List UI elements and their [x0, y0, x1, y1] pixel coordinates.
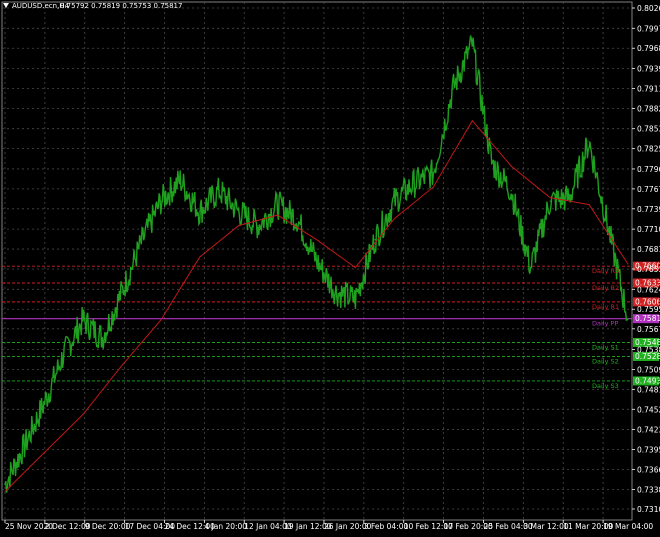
- price-point: [82, 319, 84, 321]
- level-price-tag-text: 0.74930: [635, 376, 660, 385]
- y-tick-label: 0.78535: [637, 125, 660, 134]
- price-point: [588, 141, 590, 143]
- price-point: [432, 172, 434, 174]
- price-point: [257, 225, 259, 227]
- chart-header: AUDUSD.ecn,H4 0.75792 0.75819 0.75753 0.…: [3, 2, 182, 10]
- price-point: [121, 291, 123, 293]
- price-point: [510, 190, 512, 192]
- price-point: [218, 190, 220, 192]
- y-tick-label: 0.75380: [637, 345, 660, 354]
- y-tick-label: 0.73950: [637, 446, 660, 455]
- x-tick-label: 3 Feb 04:00: [364, 522, 409, 531]
- price-point: [179, 179, 181, 181]
- moving-average-point: [393, 218, 395, 220]
- price-point: [607, 228, 610, 230]
- level-label: Daily S1: [592, 343, 619, 351]
- price-point: [452, 88, 454, 90]
- x-tick-label: 19 Mar 04:00: [603, 522, 653, 531]
- price-point: [23, 445, 26, 447]
- moving-average-point: [432, 186, 434, 188]
- price-point: [374, 239, 376, 241]
- moving-average-point: [199, 256, 201, 258]
- price-point: [568, 197, 571, 199]
- moving-average-point: [471, 120, 473, 122]
- y-tick-label: 0.77675: [637, 185, 660, 194]
- moving-average-point: [160, 319, 162, 321]
- level-label: Daily PP: [592, 320, 618, 328]
- moving-average-point: [121, 365, 123, 367]
- y-tick-label: 0.73100: [637, 505, 660, 514]
- level-label: Daily R2: [592, 284, 619, 292]
- y-tick-label: 0.78250: [637, 145, 660, 154]
- price-point: [101, 336, 103, 339]
- chart-window[interactable]: Daily R30.76600Daily R20.76330Daily R10.…: [0, 0, 660, 533]
- y-tick-label: 0.79110: [637, 84, 660, 93]
- y-tick-label: 0.75675: [637, 325, 660, 334]
- y-tick-label: 0.74235: [637, 426, 660, 435]
- y-tick-label: 0.74525: [637, 405, 660, 414]
- moving-average-point: [316, 239, 317, 241]
- x-tick-label: 4 Jan 20:00: [204, 522, 247, 531]
- y-tick-label: 0.79395: [637, 65, 660, 74]
- moving-average-point: [238, 225, 240, 227]
- y-tick-label: 0.78825: [637, 104, 660, 113]
- y-tick-label: 0.79685: [637, 44, 660, 53]
- y-tick-label: 0.77100: [637, 225, 660, 234]
- price-point: [315, 259, 318, 262]
- y-tick-label: 0.73665: [637, 465, 660, 474]
- price-point: [335, 291, 337, 293]
- price-point: [413, 183, 415, 185]
- moving-average-point: [588, 204, 590, 206]
- level-label: Daily S2: [592, 357, 619, 365]
- x-axis: 25 Nov 20202 Dec 12:009 Dec 20:0017 Dec …: [4, 520, 653, 531]
- level-label: Daily R1: [592, 303, 619, 311]
- price-point: [296, 218, 298, 220]
- level-label: Daily R3: [592, 267, 619, 275]
- moving-average-point: [627, 263, 629, 265]
- y-tick-label: 0.80260: [637, 4, 660, 13]
- y-tick-label: 0.75955: [637, 305, 660, 314]
- y-tick-label: 0.77960: [637, 165, 660, 174]
- price-point: [160, 200, 162, 202]
- price-point: [393, 200, 395, 202]
- price-point: [627, 318, 629, 320]
- moving-average-point: [82, 414, 84, 416]
- price-point: [471, 43, 473, 45]
- moving-average-point: [510, 165, 512, 167]
- price-point: [276, 204, 279, 206]
- moving-average-point: [4, 491, 6, 493]
- y-tick-label: 0.76240: [637, 285, 660, 294]
- y-tick-label: 0.77390: [637, 205, 660, 214]
- y-tick-label: 0.74810: [637, 385, 660, 394]
- level-price-tag-text: 0.75817: [635, 314, 660, 323]
- level-label: Daily S3: [592, 382, 619, 390]
- price-point: [43, 403, 45, 405]
- moving-average-point: [549, 197, 551, 199]
- price-point: [62, 354, 65, 356]
- price-point: [549, 200, 551, 202]
- ohlc-readout: 0.75792 0.75819 0.75753 0.75817: [60, 2, 182, 10]
- y-tick-label: 0.76530: [637, 265, 660, 274]
- x-tick-label: 3 Mar 12:00: [523, 522, 569, 531]
- y-tick-label: 0.76815: [637, 245, 660, 254]
- price-point: [530, 266, 532, 269]
- price-chart[interactable]: Daily R30.76600Daily R20.76330Daily R10.…: [0, 0, 660, 533]
- price-point: [238, 211, 240, 213]
- price-point: [354, 298, 357, 300]
- moving-average-point: [43, 452, 45, 454]
- y-tick-label: 0.75095: [637, 365, 660, 374]
- y-tick-label: 0.79970: [637, 24, 660, 33]
- price-point: [4, 483, 6, 486]
- moving-average-point: [354, 267, 356, 269]
- price-point: [140, 242, 142, 244]
- price-point: [199, 211, 201, 213]
- price-point: [491, 162, 493, 164]
- moving-average-point: [277, 214, 279, 216]
- y-tick-label: 0.73380: [637, 485, 660, 494]
